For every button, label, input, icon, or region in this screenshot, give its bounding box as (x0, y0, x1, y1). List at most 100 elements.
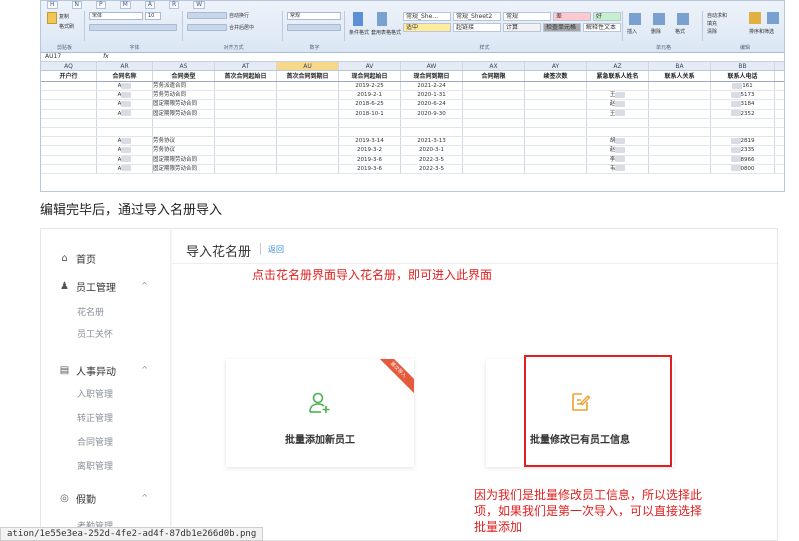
cell-style-swatch[interactable]: 计算 (503, 23, 541, 32)
table-cell[interactable] (41, 82, 97, 91)
table-cell[interactable] (41, 91, 97, 100)
cell-style-swatch[interactable]: 超链接 (453, 23, 501, 32)
table-format-icon[interactable] (377, 12, 387, 26)
delete-button[interactable]: 删除 (651, 28, 661, 35)
table-cell[interactable] (215, 109, 277, 118)
table-cell[interactable]: 2020-9-30 (401, 109, 463, 118)
table-cell[interactable] (215, 118, 277, 127)
table-cell[interactable] (525, 127, 587, 137)
table-cell[interactable]: 2021-2-24 (401, 82, 463, 91)
font-name-select[interactable]: 宋体 (89, 12, 143, 20)
table-cell[interactable]: 劳务协议 (153, 137, 215, 146)
table-cell[interactable] (277, 155, 339, 164)
header-cell[interactable]: 续签次数 (525, 71, 587, 81)
find-select-icon[interactable] (767, 12, 779, 24)
chevron-up-icon[interactable]: ^ (141, 281, 148, 290)
table-cell[interactable]: 2019-3-6 (339, 155, 401, 164)
conditional-format-icon[interactable] (353, 12, 363, 26)
insert-button[interactable]: 插入 (627, 28, 637, 35)
table-cell[interactable]: 3184 (711, 100, 775, 109)
table-cell[interactable]: 2020-6-24 (401, 100, 463, 109)
insert-icon[interactable] (629, 13, 641, 25)
header-cell[interactable]: 紧急联系人姓名 (587, 71, 649, 81)
table-cell[interactable]: 2819 (711, 137, 775, 146)
table-cell[interactable]: 2022-3-5 (401, 164, 463, 173)
table-cell[interactable] (525, 91, 587, 100)
table-cell[interactable] (339, 127, 401, 137)
number-format-select[interactable]: 常规 (287, 12, 341, 20)
table-cell[interactable] (463, 109, 525, 118)
cell-style-swatch[interactable]: 常规 (503, 12, 551, 21)
back-link[interactable]: 返回 (268, 244, 284, 255)
table-cell[interactable]: A (97, 91, 153, 100)
align-buttons-top[interactable] (187, 12, 227, 19)
table-cell[interactable] (463, 155, 525, 164)
number-format-buttons[interactable] (287, 24, 341, 31)
table-cell[interactable]: 劳务劳动合同 (153, 91, 215, 100)
table-cell[interactable] (277, 109, 339, 118)
wrap-text-button[interactable]: 自动换行 (229, 12, 249, 19)
table-cell[interactable]: A (97, 100, 153, 109)
table-cell[interactable] (525, 109, 587, 118)
table-cell[interactable]: 2020-1-31 (401, 91, 463, 100)
header-cell[interactable]: 合同期限 (463, 71, 525, 81)
table-cell[interactable]: 赵 (587, 146, 649, 155)
table-cell[interactable] (711, 118, 775, 127)
header-cell[interactable]: 联系人关系 (649, 71, 711, 81)
table-cell[interactable] (41, 109, 97, 118)
table-cell[interactable]: 2019-3-2 (339, 146, 401, 155)
table-cell[interactable] (525, 137, 587, 146)
cell-style-swatch[interactable]: 适中 (403, 23, 451, 32)
table-cell[interactable] (649, 164, 711, 173)
table-cell[interactable]: A (97, 137, 153, 146)
table-cell[interactable] (41, 127, 97, 137)
table-cell[interactable] (649, 127, 711, 137)
table-cell[interactable]: 2019-3-14 (339, 137, 401, 146)
table-cell[interactable] (277, 82, 339, 91)
format-button[interactable]: 格式 (675, 28, 685, 35)
table-cell[interactable]: A (97, 164, 153, 173)
sort-filter-button[interactable]: 排序和筛选 (749, 28, 774, 35)
cell-style-swatch[interactable]: 常规_Sheet2 (453, 12, 501, 21)
table-cell[interactable] (277, 137, 339, 146)
table-cell[interactable]: 2352 (711, 109, 775, 118)
autosum-button[interactable]: 自动求和 (707, 12, 727, 19)
table-cell[interactable]: 赵 (587, 100, 649, 109)
column-header[interactable]: AT (215, 62, 277, 70)
table-cell[interactable]: 2019-2-1 (339, 91, 401, 100)
header-cell[interactable]: 开户行 (41, 71, 97, 81)
clear-button[interactable]: 清除 (707, 28, 717, 35)
ribbon-tab[interactable]: P (96, 1, 106, 9)
format-icon[interactable] (677, 13, 689, 25)
ribbon-tab[interactable]: M (119, 1, 131, 9)
table-cell[interactable] (649, 82, 711, 91)
table-cell[interactable] (153, 127, 215, 137)
nav-home[interactable]: ⌂ 首页 (59, 251, 96, 266)
conditional-format-button[interactable]: 条件格式 (349, 29, 369, 36)
header-cell[interactable]: 现合同到期日 (401, 71, 463, 81)
paste-icon[interactable] (47, 12, 57, 24)
table-cell[interactable]: 劳务协议 (153, 146, 215, 155)
table-cell[interactable]: 李 (587, 155, 649, 164)
chevron-up-icon[interactable]: ^ (141, 493, 148, 502)
table-cell[interactable] (215, 82, 277, 91)
table-cell[interactable] (277, 127, 339, 137)
nav-attendance[interactable]: ◎ 假勤 (59, 491, 96, 506)
table-cell[interactable]: 韦 (587, 164, 649, 173)
nav-personnel-changes[interactable]: ▤ 人事异动 (59, 363, 116, 378)
table-cell[interactable]: A (97, 109, 153, 118)
table-cell[interactable] (587, 127, 649, 137)
table-cell[interactable] (401, 127, 463, 137)
table-cell[interactable] (463, 91, 525, 100)
table-cell[interactable]: 2022-3-5 (401, 155, 463, 164)
table-cell[interactable] (277, 91, 339, 100)
table-cell[interactable] (339, 118, 401, 127)
table-cell[interactable]: 固定期限劳动合同 (153, 109, 215, 118)
table-cell[interactable] (463, 127, 525, 137)
table-cell[interactable] (215, 137, 277, 146)
nav-onboarding[interactable]: 入职管理 (77, 387, 113, 400)
column-header[interactable]: AW (401, 62, 463, 70)
table-cell[interactable] (41, 164, 97, 173)
ribbon-tab[interactable]: R (168, 1, 180, 9)
table-cell[interactable] (649, 146, 711, 155)
